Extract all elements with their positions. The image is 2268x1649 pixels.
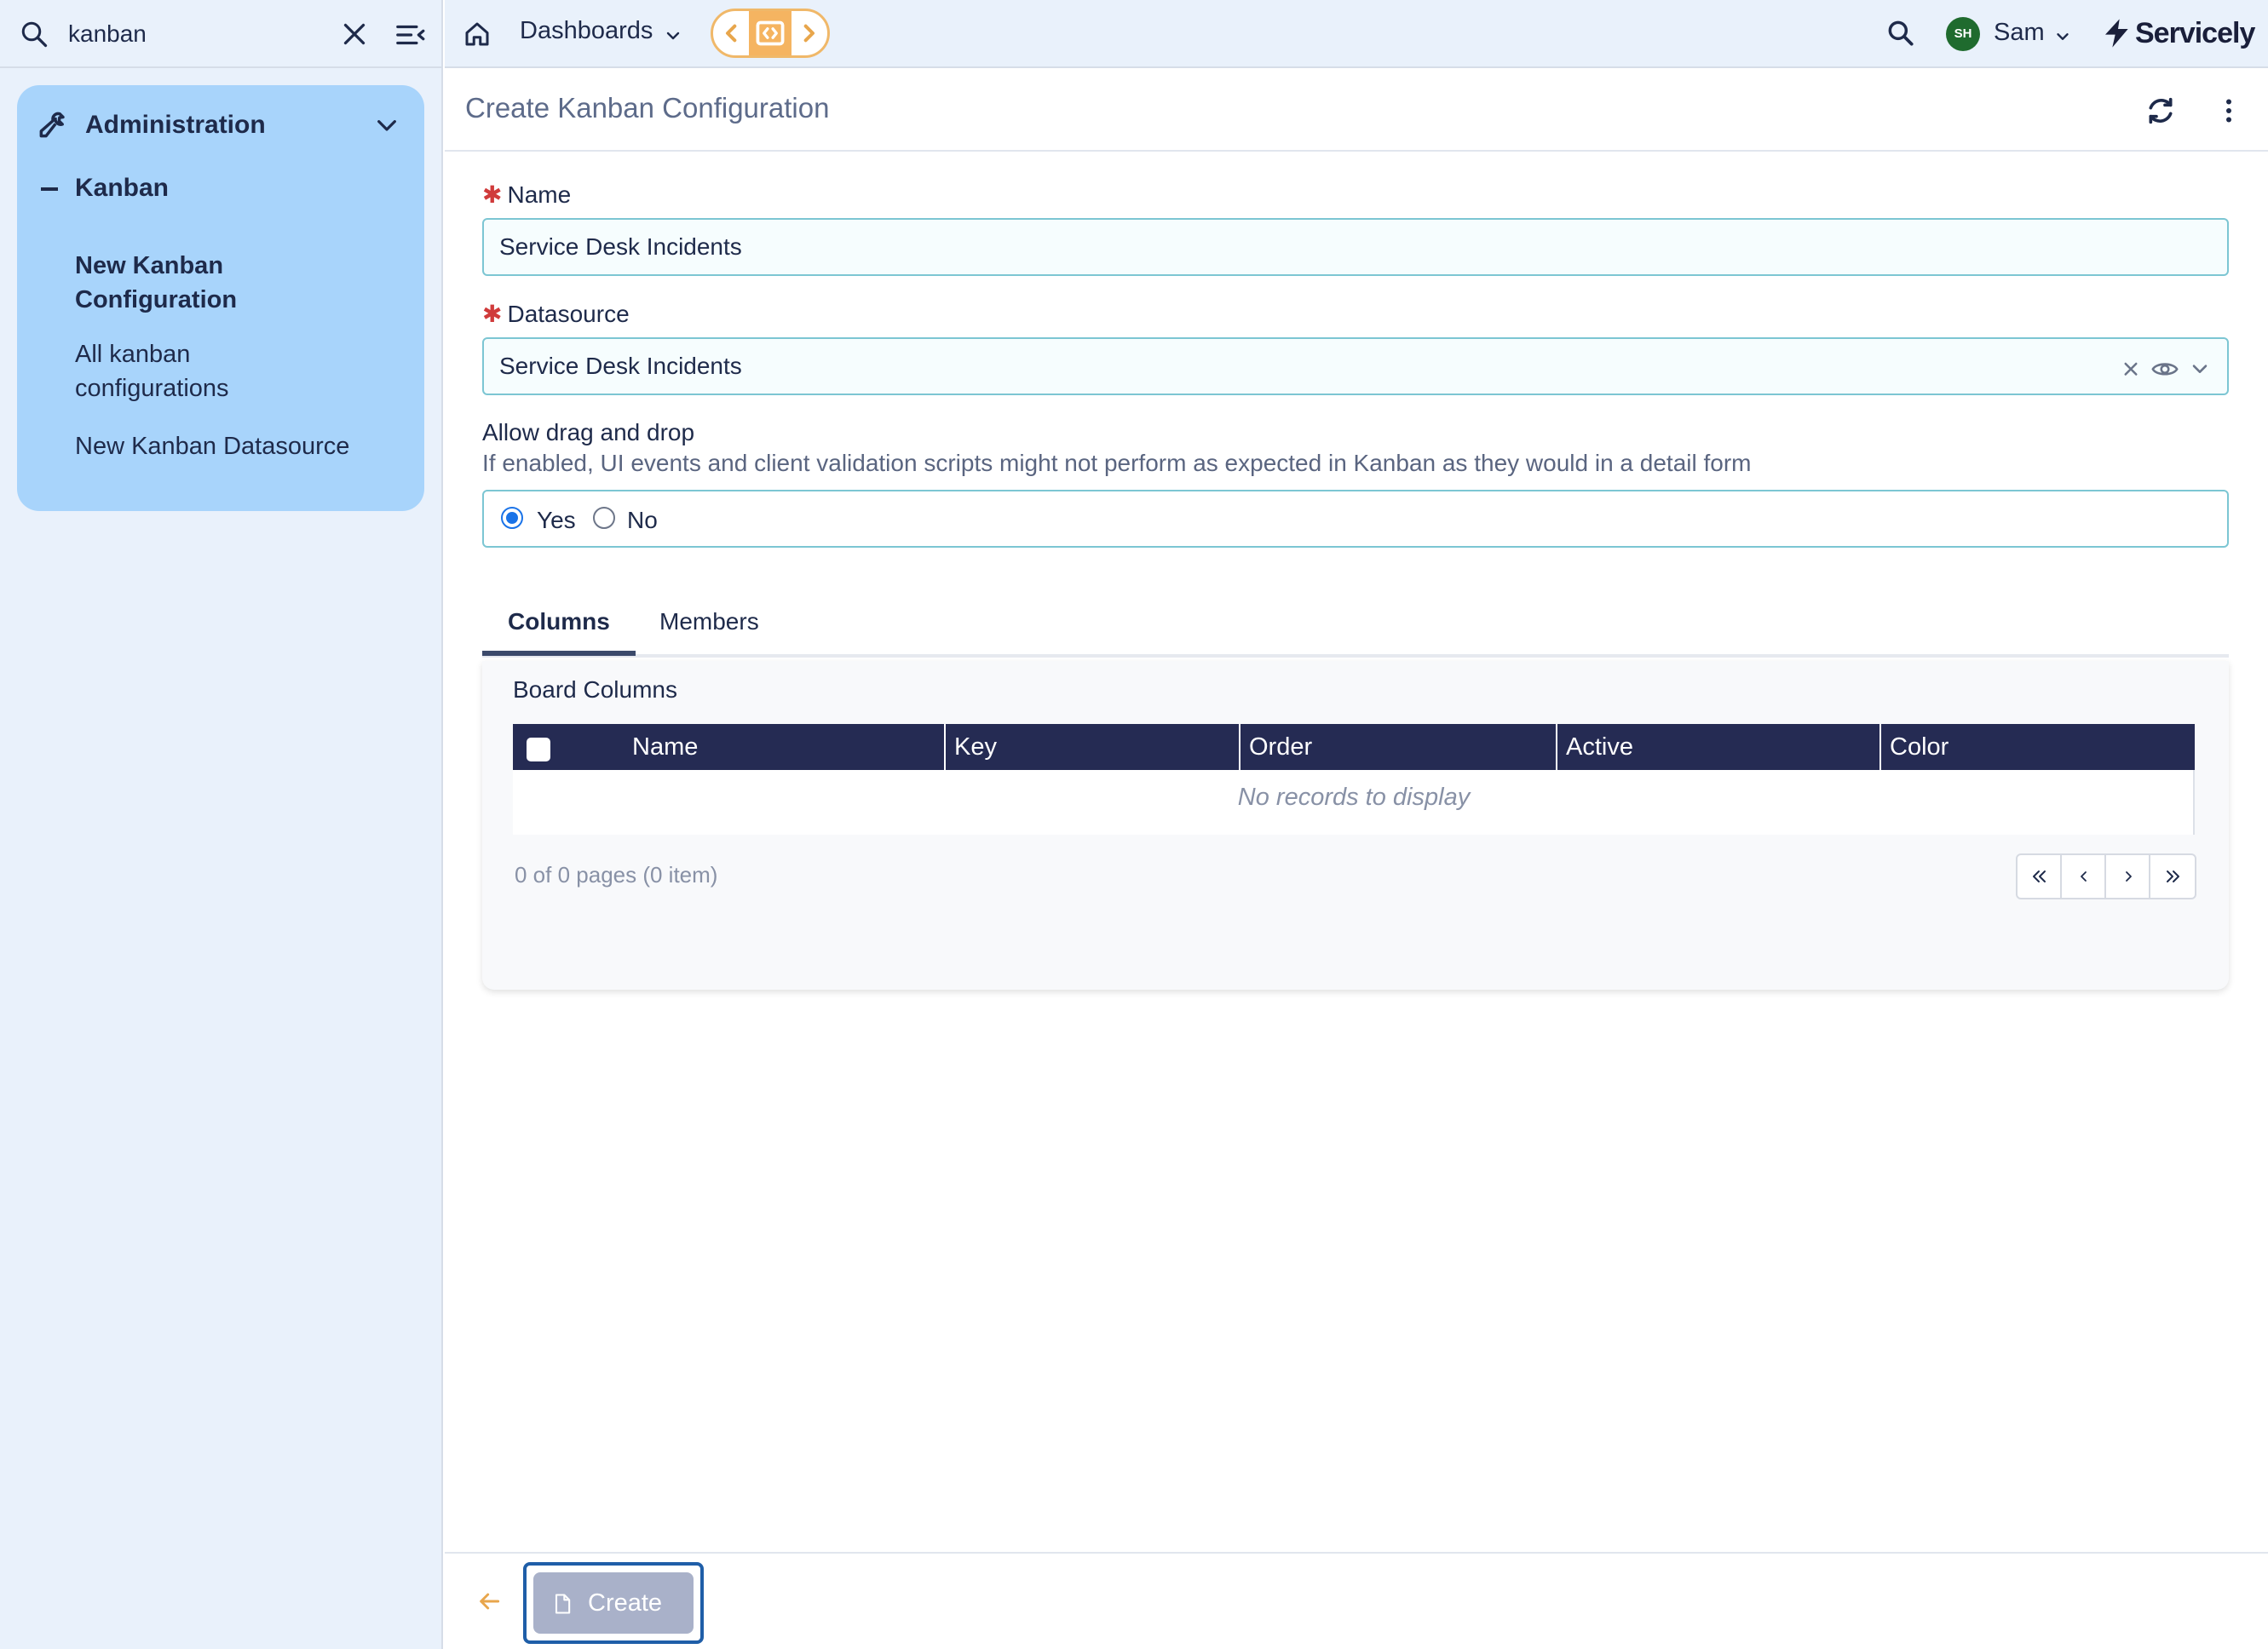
close-icon[interactable]	[339, 19, 370, 49]
code-view-icon[interactable]	[749, 11, 791, 55]
table-header: Name Key Order Active Color	[513, 724, 2195, 770]
column-header-key[interactable]: Key	[946, 724, 1240, 770]
chevron-down-icon	[373, 112, 400, 140]
arrow-left-icon[interactable]	[475, 1588, 503, 1615]
tab-columns[interactable]: Columns	[508, 608, 610, 635]
search-icon	[19, 19, 49, 49]
datasource-select[interactable]	[482, 337, 2229, 395]
drag-drop-label: Allow drag and drop	[482, 419, 695, 445]
chevrons-left-icon	[2033, 870, 2046, 882]
drag-drop-radio-group: Yes No	[482, 490, 2229, 548]
datasource-label-text: Datasource	[507, 301, 630, 327]
no-radio[interactable]	[593, 507, 615, 529]
brand-name: Servicely	[2135, 17, 2255, 49]
nav-section-title: Administration	[85, 111, 266, 139]
more-options-icon[interactable]	[2213, 95, 2244, 126]
create-button-label: Create	[588, 1589, 663, 1617]
lightning-icon	[2105, 19, 2128, 48]
panel-title: Board Columns	[513, 676, 677, 703]
required-asterisk-icon: ✱	[482, 181, 503, 208]
chevrons-right-icon	[2167, 870, 2179, 882]
name-input[interactable]	[482, 218, 2229, 276]
column-header-name[interactable]: Name	[513, 724, 946, 770]
refresh-icon[interactable]	[2144, 94, 2178, 128]
chevron-right-icon	[2126, 871, 2132, 882]
table-body: No records to display	[513, 770, 2195, 835]
board-columns-panel: Board Columns Name Key Order Active Colo…	[482, 661, 2229, 990]
column-header-order[interactable]: Order	[1240, 724, 1557, 770]
column-header-active[interactable]: Active	[1557, 724, 1881, 770]
chevron-down-icon[interactable]	[2188, 353, 2212, 383]
yes-radio[interactable]	[501, 507, 523, 529]
tab-members[interactable]: Members	[659, 608, 759, 635]
next-page-button[interactable]	[2106, 855, 2150, 898]
no-radio-label: No	[627, 507, 658, 533]
wrench-icon	[36, 109, 68, 141]
avatar: SH	[1946, 17, 1980, 51]
form-footer: Create	[445, 1552, 2268, 1649]
tab-bar: Columns Members	[482, 596, 2229, 658]
column-header-color[interactable]: Color	[1881, 724, 2195, 770]
eye-icon[interactable]	[2150, 353, 2179, 383]
name-label-text: Name	[507, 181, 572, 208]
nav-group-label: Kanban	[75, 174, 170, 202]
top-bar: Dashboards SH Sam Servicely	[445, 0, 2268, 68]
sidebar-item-all-kanban-configurations[interactable]: All kanban configurations	[75, 337, 399, 405]
nav-group-kanban[interactable]: Kanban	[17, 170, 424, 208]
sidebar-item-label: configurations	[75, 375, 229, 402]
brand-logo: Servicely	[2101, 14, 2263, 55]
sidebar-search-input[interactable]	[68, 15, 324, 53]
pager-info: 0 of 0 pages (0 item)	[515, 862, 718, 888]
clear-icon[interactable]	[2118, 353, 2144, 383]
page-title: Create Kanban Configuration	[465, 92, 830, 124]
sidebar-item-new-kanban-configuration[interactable]: New Kanban Configuration	[75, 249, 399, 317]
sidebar-item-label: All kanban	[75, 341, 191, 368]
pager	[2016, 853, 2196, 899]
chevron-down-icon	[666, 32, 680, 40]
previous-page-button[interactable]	[2062, 855, 2106, 898]
required-asterisk-icon: ✱	[482, 301, 503, 327]
document-icon	[555, 1594, 571, 1614]
name-field-label: ✱ Name	[482, 181, 571, 209]
drag-drop-help-text: If enabled, UI events and client validat…	[482, 450, 1752, 476]
select-all-checkbox[interactable]	[527, 738, 550, 761]
sidebar-item-new-kanban-datasource[interactable]: New Kanban Datasource	[75, 429, 399, 463]
chevron-right-icon[interactable]	[791, 11, 826, 55]
sidebar-search-bar	[0, 0, 443, 68]
collapse-dash-icon	[41, 187, 58, 191]
sidebar-item-label: Configuration	[75, 286, 238, 313]
history-navigator	[711, 9, 830, 58]
first-page-button[interactable]	[2018, 855, 2062, 898]
page-header: Create Kanban Configuration	[445, 70, 2268, 152]
active-tab-indicator	[482, 651, 636, 656]
column-header-label: Name	[632, 733, 699, 761]
last-page-button[interactable]	[2150, 855, 2195, 898]
collapse-menu-icon[interactable]	[394, 19, 426, 51]
yes-radio-label: Yes	[537, 507, 576, 533]
nav-section-administration[interactable]: Administration	[17, 104, 424, 147]
chevron-left-icon	[2081, 871, 2087, 882]
create-button[interactable]: Create	[533, 1572, 694, 1634]
create-button-focus-ring: Create	[523, 1562, 704, 1644]
dashboards-menu[interactable]: Dashboards	[520, 17, 680, 51]
datasource-field-label: ✱ Datasource	[482, 300, 630, 328]
chevron-left-icon[interactable]	[715, 11, 749, 55]
user-name: Sam	[1994, 19, 2045, 46]
empty-message: No records to display	[1237, 784, 1471, 811]
sidebar-item-label: New Kanban Datasource	[75, 433, 350, 460]
nav-card: Administration Kanban New Kanban Configu…	[17, 85, 424, 511]
user-menu[interactable]: SH Sam	[1946, 15, 2074, 53]
search-icon[interactable]	[1885, 17, 1917, 49]
home-icon[interactable]	[462, 19, 492, 49]
sidebar: Administration Kanban New Kanban Configu…	[0, 0, 443, 1649]
dashboards-label: Dashboards	[520, 17, 653, 44]
sidebar-item-label: New Kanban	[75, 252, 224, 279]
chevron-down-icon	[2057, 33, 2069, 40]
